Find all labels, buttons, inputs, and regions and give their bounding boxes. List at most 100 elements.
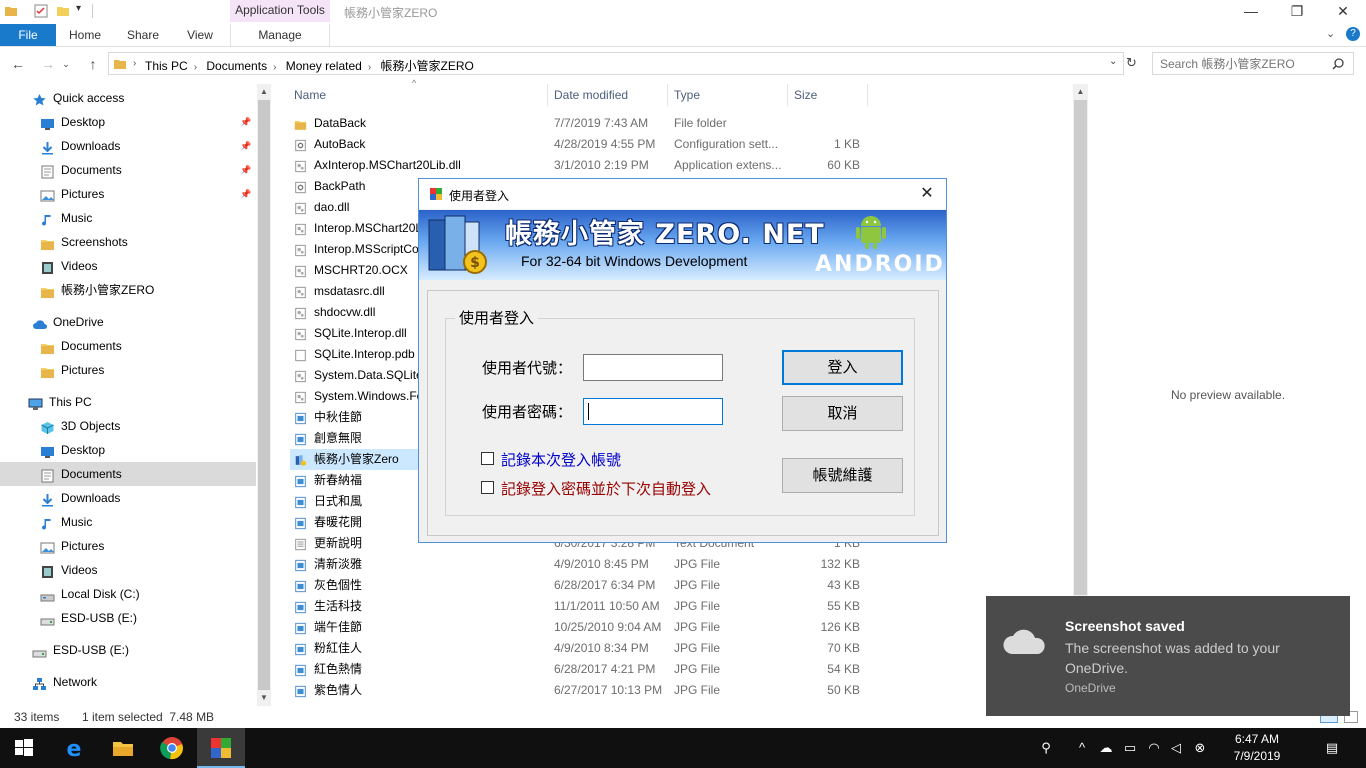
sidebar-item-local-disk-c[interactable]: Local Disk (C:) [0,582,256,606]
customize-quick-access-icon[interactable]: ▾ [76,3,81,14]
column-name[interactable]: Name [288,84,548,106]
sidebar-item-pc-videos[interactable]: Videos [0,558,256,582]
sidebar-item-network[interactable]: Network [0,670,256,694]
minimize-button[interactable]: — [1228,0,1274,24]
sidebar-item-desktop[interactable]: Desktop 📌 [0,110,256,134]
sidebar-item-downloads[interactable]: Downloads 📌 [0,134,256,158]
sidebar-item-screenshots[interactable]: Screenshots [0,230,256,254]
search-box[interactable] [1152,52,1354,75]
sidebar-item-onedrive[interactable]: OneDrive [0,310,256,334]
table-row[interactable]: DataBack 7/7/2019 7:43 AM File folder [290,113,870,134]
scroll-up-icon[interactable]: ▲ [257,84,271,100]
remember-account-label[interactable]: 記錄本次登入帳號 [501,449,621,470]
address-bar[interactable]: › This PC › Documents › Money related › 帳務小… [108,52,1124,75]
dialog-close-button[interactable]: ✕ [914,182,940,206]
auto-login-checkbox[interactable] [481,481,494,494]
sidebar-item-onedrive-documents[interactable]: Documents [0,334,256,358]
refresh-icon[interactable]: ↻ [1126,55,1137,71]
account-maintenance-button[interactable]: 帳號維護 [782,458,903,493]
crumb-this-pc[interactable]: This PC [145,59,188,73]
volume-icon[interactable]: ◁ [1166,738,1186,758]
sidebar-item-documents[interactable]: Documents 📌 [0,158,256,182]
sidebar-item-quick-access[interactable]: Quick access [0,86,256,110]
sidebar-item-onedrive-pictures[interactable]: Pictures [0,358,256,382]
crumb-current-folder[interactable]: 帳務小管家ZERO [381,59,474,73]
address-dropdown-icon[interactable]: ⌄ [1109,56,1117,67]
table-row[interactable]: 灰色個性 6/28/2017 6:34 PM JPG File 43 KB [290,575,870,596]
expand-ribbon-icon[interactable]: ⌄ [1326,27,1335,40]
user-id-input[interactable] [583,354,723,381]
tab-file[interactable]: File [0,24,56,46]
column-type[interactable]: Type [668,84,788,106]
cancel-button[interactable]: 取消 [782,396,903,431]
accounting-app-taskbar-button[interactable] [197,728,245,768]
battery-icon[interactable]: ▭ [1120,738,1140,758]
sidebar-item-pc-pictures[interactable]: Pictures [0,534,256,558]
restore-button[interactable]: ❐ [1274,0,1320,24]
sidebar-item-pictures[interactable]: Pictures 📌 [0,182,256,206]
people-icon[interactable]: ⚲ [1036,738,1056,758]
tab-home[interactable]: Home [60,24,110,46]
sidebar-item-videos[interactable]: Videos [0,254,256,278]
column-date-modified[interactable]: Date modified [548,84,668,106]
table-row[interactable]: 紫色情人 6/27/2017 10:13 PM JPG File 50 KB [290,680,870,701]
nav-scrollbar[interactable]: ▲ ▼ [257,84,271,706]
auto-login-label[interactable]: 記錄登入密碼並於下次自動登入 [501,478,711,499]
search-input[interactable] [1160,53,1330,74]
toast-notification[interactable]: Screenshot saved The screenshot was adde… [986,596,1350,716]
table-row[interactable]: 生活科技 11/1/2011 10:50 AM JPG File 55 KB [290,596,870,617]
edge-taskbar-button[interactable]: e [50,728,98,768]
scroll-thumb[interactable] [258,100,270,690]
table-row[interactable]: 紅色熱情 6/28/2017 4:21 PM JPG File 54 KB [290,659,870,680]
table-row[interactable]: AxInterop.MSChart20Lib.dll 3/1/2010 2:19 … [290,155,870,176]
wifi-icon[interactable]: ◠ [1144,738,1164,758]
close-button[interactable]: ✕ [1320,0,1366,24]
help-icon[interactable]: ? [1346,27,1360,41]
password-input[interactable] [583,398,723,425]
show-hidden-icons[interactable]: ^ [1072,738,1092,758]
crumb-money-related[interactable]: Money related [286,59,362,73]
ime-icon[interactable] [1200,738,1220,758]
remember-account-checkbox[interactable] [481,452,494,465]
pin-icon: 📌 [240,117,252,127]
forward-button[interactable]: → [37,54,59,74]
up-button[interactable]: ↑ [82,54,104,74]
onedrive-tray-icon[interactable]: ☁ [1096,738,1116,758]
back-button[interactable]: ← [7,54,29,74]
sidebar-item-accounting-folder[interactable]: 帳務小管家ZERO [0,278,256,302]
sidebar-item-3d-objects[interactable]: 3D Objects [0,414,256,438]
start-button[interactable] [0,728,48,768]
table-row[interactable]: 端午佳節 10/25/2010 9:04 AM JPG File 126 KB [290,617,870,638]
scroll-down-icon[interactable]: ▼ [257,690,271,706]
sidebar-item-pc-desktop[interactable]: Desktop [0,438,256,462]
column-size[interactable]: Size [788,84,868,106]
scroll-thumb[interactable] [1074,100,1087,595]
tab-share[interactable]: Share [118,24,168,46]
clock[interactable]: 6:47 AM 7/9/2019 [1222,731,1292,765]
table-row[interactable]: 粉紅佳人 4/9/2010 8:34 PM JPG File 70 KB [290,638,870,659]
sidebar-item-pc-documents[interactable]: Documents [0,462,256,486]
chrome-icon [160,737,183,760]
tab-manage[interactable]: Manage [230,24,330,46]
new-folder-icon[interactable] [56,4,70,18]
sidebar-item-this-pc[interactable]: This PC [0,390,256,414]
tab-view[interactable]: View [175,24,225,46]
properties-icon[interactable] [34,4,48,18]
folder-icon[interactable] [4,4,18,18]
scroll-up-icon[interactable]: ▲ [1073,84,1088,100]
table-row[interactable]: AutoBack 4/28/2019 4:55 PM Configuration s… [290,134,870,155]
sidebar-item-label: Videos [61,259,98,273]
sidebar-item-music[interactable]: Music [0,206,256,230]
file-explorer-taskbar-button[interactable] [99,728,147,768]
sidebar-item-esd-usb-e[interactable]: ESD-USB (E:) [0,606,256,630]
table-row[interactable]: 清新淡雅 4/9/2010 8:45 PM JPG File 132 KB [290,554,870,575]
crumb-documents[interactable]: Documents [206,59,267,73]
file-name: 灰色個性 [314,578,363,592]
sidebar-item-pc-music[interactable]: Music [0,510,256,534]
chrome-taskbar-button[interactable] [148,728,196,768]
recent-locations-button[interactable]: ⌄ [60,54,72,74]
action-center-icon[interactable]: ▤ [1322,738,1342,758]
sidebar-item-pc-downloads[interactable]: Downloads [0,486,256,510]
login-button[interactable]: 登入 [782,350,903,385]
sidebar-item-esd-usb-e-root[interactable]: ESD-USB (E:) [0,638,256,662]
